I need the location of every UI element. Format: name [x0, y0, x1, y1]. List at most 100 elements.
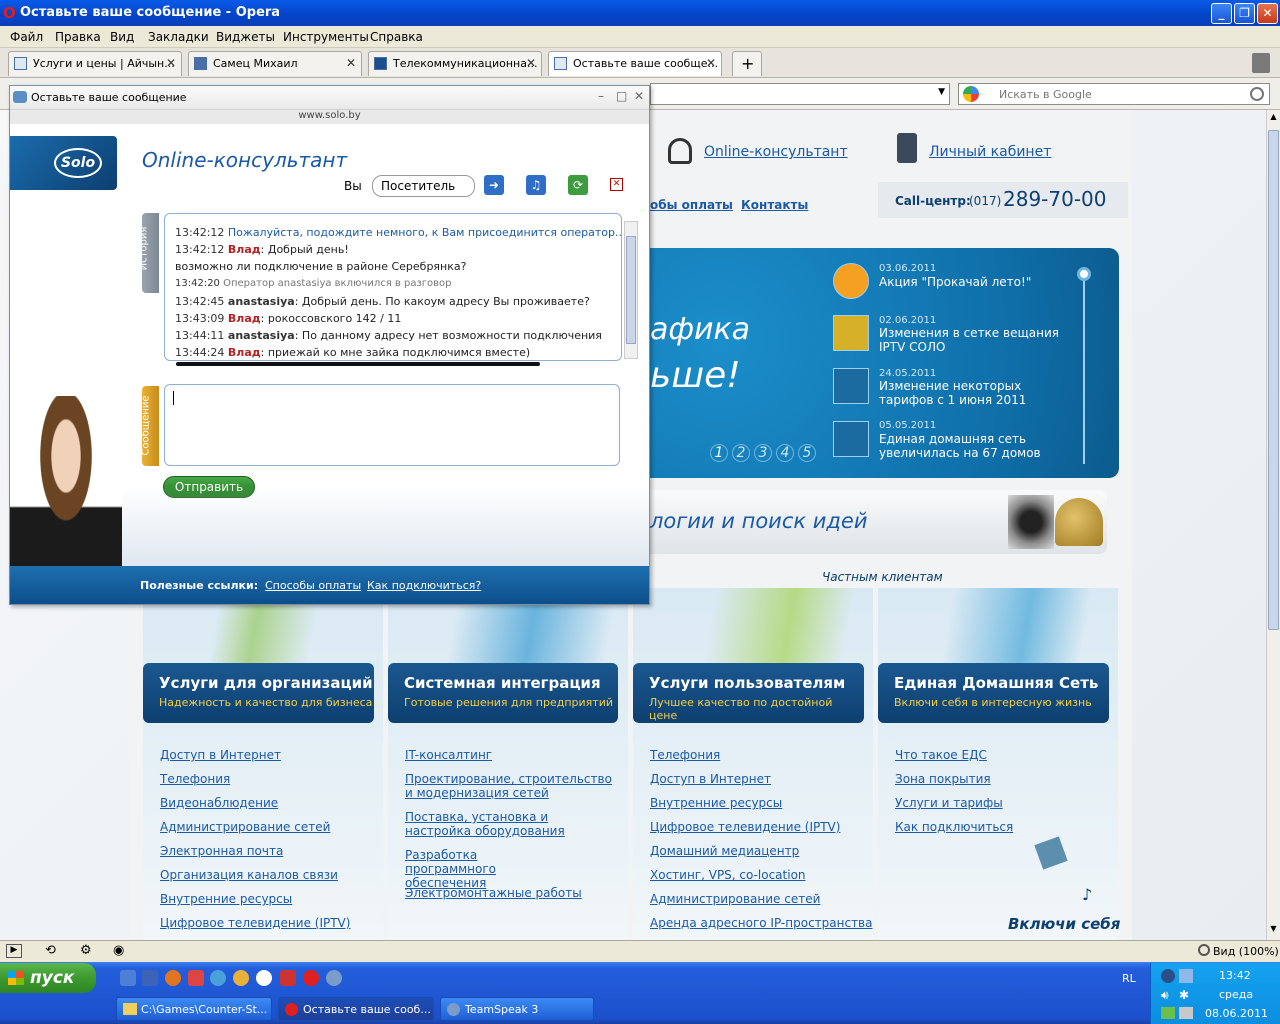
google-icon[interactable] [963, 86, 979, 102]
column-link[interactable]: Видеонаблюдение [160, 796, 278, 810]
trash-icon[interactable] [1252, 53, 1270, 73]
tray-app-icon[interactable] [1161, 969, 1175, 983]
menu-file[interactable]: Файл [10, 30, 43, 44]
taskbar-item-teamspeak[interactable]: TeamSpeak 3 [440, 997, 594, 1021]
panel-toggle-icon[interactable]: ▶ [6, 944, 22, 958]
ccleaner-icon[interactable] [256, 970, 272, 986]
explorer-icon[interactable] [142, 970, 158, 986]
tab-close-icon[interactable]: ✕ [346, 56, 356, 70]
column-link[interactable]: Разработка программного обеспечения [405, 848, 565, 890]
tab-close-icon[interactable]: ✕ [526, 56, 536, 70]
popup-maximize-icon[interactable]: □ [616, 89, 627, 103]
tab-leave-message[interactable]: Оставьте ваше сообще... ✕ [548, 51, 722, 76]
zoom-level[interactable]: Вид (100%) [1213, 945, 1279, 958]
network-icon[interactable] [1179, 969, 1193, 983]
column-header-integration[interactable]: Системная интеграция Готовые решения для… [388, 663, 618, 723]
column-link[interactable]: IT-консалтинг [405, 748, 492, 762]
column-link[interactable]: Проектирование, строительство и модерниз… [405, 772, 615, 800]
column-link[interactable]: Аренда адресного IP-пространства [650, 916, 872, 930]
tab-close-icon[interactable]: ✕ [166, 56, 176, 70]
message-tab[interactable]: Сообщение [141, 386, 159, 466]
teamspeak-icon[interactable] [326, 970, 342, 986]
visitor-name-input[interactable]: Посетитель [372, 175, 475, 197]
tab-samets[interactable]: Самец Михаил ✕ [188, 51, 362, 76]
desktop-icon[interactable] [120, 970, 136, 986]
banner-page-3[interactable]: 3 [754, 444, 772, 462]
shield-icon[interactable] [280, 970, 296, 986]
tray-util-icon[interactable]: ✱ [1179, 988, 1189, 1002]
chat-scrollbar[interactable] [624, 221, 638, 359]
search-input[interactable]: Искать в Google [958, 83, 1270, 105]
menu-help[interactable]: Справка [370, 30, 423, 44]
page-scrollbar[interactable]: ▲ ▼ [1266, 110, 1280, 940]
scroll-up-icon[interactable]: ▲ [1268, 112, 1279, 124]
minimize-button[interactable]: _ [1211, 3, 1232, 24]
qip-icon[interactable] [210, 970, 226, 986]
column-link[interactable]: Услуги и тарифы [895, 796, 1003, 810]
popup-close-icon[interactable]: ✕ [634, 89, 644, 103]
scroll-down-icon[interactable]: ▼ [1268, 924, 1279, 936]
maximize-button[interactable]: ❐ [1234, 3, 1255, 24]
column-header-organizations[interactable]: Услуги для организаций Надежность и каче… [143, 663, 374, 723]
address-input[interactable]: ▼ [650, 83, 950, 105]
opera-icon[interactable] [303, 970, 319, 986]
menu-view[interactable]: Вид [110, 30, 134, 44]
column-link[interactable]: Электромонтажные работы [405, 886, 582, 900]
column-link[interactable]: Внутренние ресурсы [650, 796, 782, 810]
column-link[interactable]: Электронная почта [160, 844, 283, 858]
message-input[interactable] [164, 384, 620, 466]
payment-methods-link[interactable]: обы оплаты [650, 198, 733, 212]
column-link[interactable]: Поставка, установка и настройка оборудов… [405, 810, 605, 838]
menu-tools[interactable]: Инструменты [283, 30, 369, 44]
online-consultant-link[interactable]: Online-консультант [704, 144, 848, 160]
sound-icon[interactable]: ♫ [526, 175, 546, 195]
scroll-thumb[interactable] [1268, 130, 1279, 630]
menu-edit[interactable]: Правка [55, 30, 101, 44]
column-link[interactable]: Что такое ЕДС [895, 748, 987, 762]
news-scroll-track[interactable] [1083, 268, 1085, 464]
banner-page-1[interactable]: 1 [710, 444, 728, 462]
volume-icon[interactable]: 🔊︎ [1161, 988, 1169, 1003]
share-icon[interactable]: ⚙ [80, 943, 92, 958]
popup-minimize-icon[interactable]: – [598, 89, 604, 103]
tab-services[interactable]: Услуги и цены | Айчын... ✕ [8, 51, 182, 76]
payment-methods-link[interactable]: Способы оплаты [265, 579, 361, 592]
new-tab-button[interactable]: + [732, 51, 762, 76]
taskbar-item-opera[interactable]: Оставьте ваше сооб... [278, 997, 434, 1021]
column-link[interactable]: Цифровое телевидение (IPTV) [160, 916, 350, 930]
column-link[interactable]: Телефония [650, 748, 720, 762]
popup-titlebar[interactable]: Оставьте ваше сообщение – □ ✕ [10, 86, 649, 110]
aimp-icon[interactable] [233, 970, 249, 986]
column-link[interactable]: Хостинг, VPS, co-location [650, 868, 806, 882]
dropdown-icon[interactable]: ▼ [938, 87, 945, 97]
start-button[interactable]: пуск [0, 963, 96, 993]
banner-page-2[interactable]: 2 [732, 444, 750, 462]
chat-scroll-thumb[interactable] [626, 236, 636, 344]
clock-time[interactable]: 13:42 [1219, 969, 1251, 982]
zoom-icon[interactable] [1198, 944, 1210, 956]
language-indicator[interactable]: RL [1122, 972, 1136, 985]
column-header-users[interactable]: Услуги пользователям Лучшее качество по … [633, 663, 864, 723]
column-header-home-network[interactable]: Единая Домашняя Сеть Включи себя в интер… [878, 663, 1109, 723]
column-link[interactable]: Администрирование сетей [650, 892, 820, 906]
news-scroll-handle[interactable] [1077, 267, 1091, 281]
arrow-right-icon[interactable]: ➜ [484, 175, 504, 195]
sync-icon[interactable]: ⟲ [45, 943, 56, 958]
column-link[interactable]: Организация каналов связи [160, 868, 338, 882]
banner-page-5[interactable]: 5 [798, 444, 816, 462]
column-link[interactable]: Доступ в Интернет [160, 748, 281, 762]
tab-close-icon[interactable]: ✕ [706, 56, 716, 70]
news-link[interactable]: Акция "Прокачай лето!" [879, 275, 1031, 289]
chat-popup[interactable]: Оставьте ваше сообщение – □ ✕ www.solo.b… [9, 85, 650, 605]
column-link[interactable]: Домашний медиацентр [650, 844, 799, 858]
column-link[interactable]: Цифровое телевидение (IPTV) [650, 820, 840, 834]
history-tab[interactable]: История [138, 213, 159, 293]
contacts-link[interactable]: Контакты [741, 198, 808, 212]
app-icon[interactable] [188, 970, 204, 986]
column-link[interactable]: Зона покрытия [895, 772, 991, 786]
column-link[interactable]: Внутренние ресурсы [160, 892, 292, 906]
personal-cabinet-link[interactable]: Личный кабинет [929, 144, 1051, 160]
close-chat-icon[interactable]: ✕ [610, 178, 623, 191]
column-link[interactable]: Как подключиться [895, 820, 1013, 834]
menu-widgets[interactable]: Виджеты [216, 30, 275, 44]
